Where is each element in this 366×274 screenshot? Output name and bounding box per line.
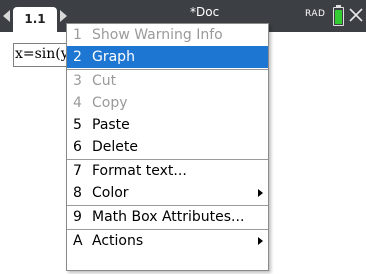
menu-item-label: Show Warning Info <box>92 27 223 43</box>
menu-item-key: A <box>73 233 83 249</box>
document-title: *Doc <box>190 5 220 19</box>
submenu-arrow-icon <box>258 237 263 245</box>
close-icon[interactable] <box>347 6 365 24</box>
menu-item-label: Math Box Attributes... <box>92 209 245 225</box>
menu-item-format-text[interactable]: 7 Format text... <box>67 160 268 182</box>
submenu-arrow-icon <box>258 189 263 197</box>
menu-item-key: 7 <box>73 163 82 179</box>
menu-item-actions[interactable]: A Actions <box>67 230 268 252</box>
menu-item-label: Graph <box>92 49 135 65</box>
menu-item-key: 2 <box>73 49 82 65</box>
battery-icon <box>333 5 344 26</box>
menu-item-key: 3 <box>73 73 82 89</box>
menu-item-cut: 3 Cut <box>67 70 268 92</box>
menu-item-paste[interactable]: 5 Paste <box>67 114 268 136</box>
page-tab[interactable]: 1.1 <box>13 7 57 32</box>
menu-item-key: 6 <box>73 139 82 155</box>
menu-item-label: Color <box>92 185 129 201</box>
menu-item-delete[interactable]: 6 Delete <box>67 136 268 158</box>
menu-item-key: 5 <box>73 117 82 133</box>
menu-item-key: 1 <box>73 27 82 43</box>
previous-page-arrow-icon[interactable] <box>3 10 10 22</box>
menu-item-label: Copy <box>92 95 128 111</box>
battery-level-fill <box>335 10 342 24</box>
menu-item-label: Format text... <box>92 163 187 179</box>
menu-item-key: 9 <box>73 209 82 225</box>
menu-item-graph[interactable]: 2 Graph <box>67 46 268 68</box>
next-page-arrow-icon[interactable] <box>60 10 67 22</box>
angle-mode-indicator[interactable]: RAD <box>305 9 325 19</box>
menu-item-label: Paste <box>92 117 130 133</box>
context-menu: 1 Show Warning Info 2 Graph 3 Cut 4 Copy… <box>66 23 269 271</box>
menu-item-show-warning-info: 1 Show Warning Info <box>67 24 268 46</box>
menu-item-label: Actions <box>92 233 144 249</box>
menu-item-color[interactable]: 8 Color <box>67 182 268 204</box>
menu-item-label: Cut <box>92 73 117 89</box>
menu-item-math-box-attributes[interactable]: 9 Math Box Attributes... <box>67 206 268 228</box>
menu-item-copy: 4 Copy <box>67 92 268 114</box>
menu-item-key: 8 <box>73 185 82 201</box>
menu-item-label: Delete <box>92 139 138 155</box>
menu-item-key: 4 <box>73 95 82 111</box>
